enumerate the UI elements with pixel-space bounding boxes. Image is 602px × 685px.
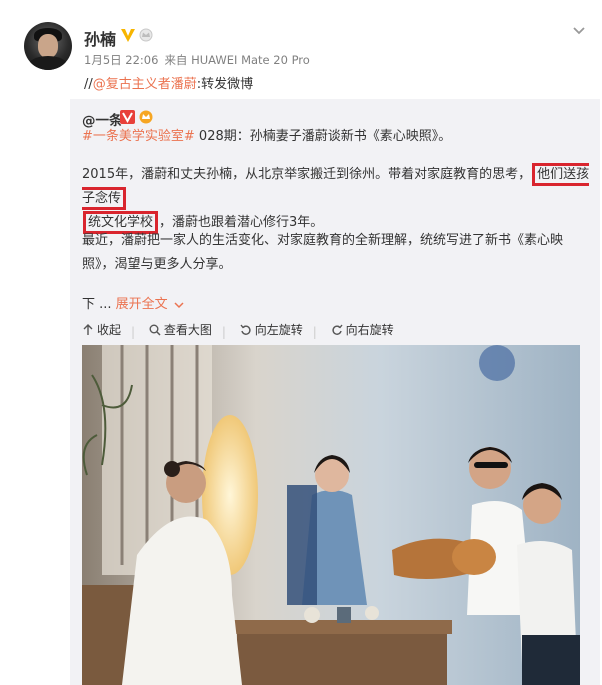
post-header: 孙楠 1月5日 22:06 来自 HUAWEI Mate 20 Pro //@复古…: [0, 0, 602, 96]
repost-mention-link[interactable]: @复古主义者潘蔚: [93, 77, 197, 92]
rotate-left-icon: [240, 324, 251, 335]
member-crown-icon: [139, 110, 153, 124]
original-title-line: #一条美学实验室# 028期：孙楠妻子潘蔚谈新书《素心映照》。: [82, 125, 590, 149]
expand-full-text-link[interactable]: 展开全文: [116, 297, 184, 312]
paragraph-1: 2015年，潘蔚和丈夫孙楠，从北京举家搬迁到徐州。带着对家庭教育的思考， 他们送孩…: [82, 163, 590, 235]
post-photo[interactable]: [82, 345, 580, 685]
topic-link[interactable]: #一条美学实验室#: [82, 129, 195, 144]
rotate-right-button[interactable]: 向右旋转: [331, 321, 394, 338]
chevron-down-icon[interactable]: [570, 22, 588, 40]
repost-comment: //@复古主义者潘蔚:转发微博: [84, 73, 253, 92]
repost-prefix: //: [84, 77, 93, 92]
post-date[interactable]: 1月5日 22:06: [84, 53, 158, 67]
title-text: 028期：孙楠妻子潘蔚谈新书《素心映照》。: [194, 129, 452, 144]
family-tea-scene-image: [82, 345, 580, 685]
reposted-weibo: @一条 #一条美学实验室# 028期：孙楠妻子潘蔚谈新书《素心映照》。 2015…: [70, 99, 600, 685]
chevron-down-icon: [174, 301, 184, 308]
image-action-bar: 收起 | 查看大图 | 向左旋转 | 向右旋转: [82, 321, 404, 339]
username[interactable]: 孙楠: [84, 26, 116, 50]
rotate-left-button[interactable]: 向左旋转: [240, 321, 303, 338]
post-source: 来自 HUAWEI Mate 20 Pro: [164, 53, 310, 67]
collapse-up-icon: [83, 323, 93, 335]
post-meta: 1月5日 22:06 来自 HUAWEI Mate 20 Pro: [84, 52, 316, 68]
collapse-button[interactable]: 收起: [82, 321, 121, 338]
avatar[interactable]: [24, 22, 72, 70]
view-large-image-button[interactable]: 查看大图: [149, 321, 212, 338]
p1-text-a: 2015年，潘蔚和丈夫孙楠，从北京举家搬迁到徐州。带着对家庭教育的思考，: [82, 167, 532, 182]
verified-v-icon: [121, 29, 135, 42]
repost-suffix: :转发微博: [196, 77, 254, 92]
expand-label: 展开全文: [115, 297, 168, 312]
rotate-right-label: 向右旋转: [345, 323, 394, 337]
paragraph-2: 最近，潘蔚把一家人的生活变化、对家庭教育的全新理解，统统写进了新书《素心映照》，…: [82, 233, 564, 272]
member-crown-icon: [139, 28, 153, 42]
p1-text-b: ，潘蔚也跟着潜心修行3年。: [159, 215, 324, 230]
rotate-left-label: 向左旋转: [254, 323, 303, 337]
magnifier-icon: [149, 324, 161, 336]
expand-line: 下 ... 展开全文: [82, 293, 590, 317]
verified-v-icon: [120, 110, 135, 124]
more-prefix: 下 ...: [82, 297, 112, 312]
view-large-label: 查看大图: [163, 323, 212, 337]
rotate-right-icon: [332, 324, 343, 335]
collapse-label: 收起: [97, 323, 122, 337]
